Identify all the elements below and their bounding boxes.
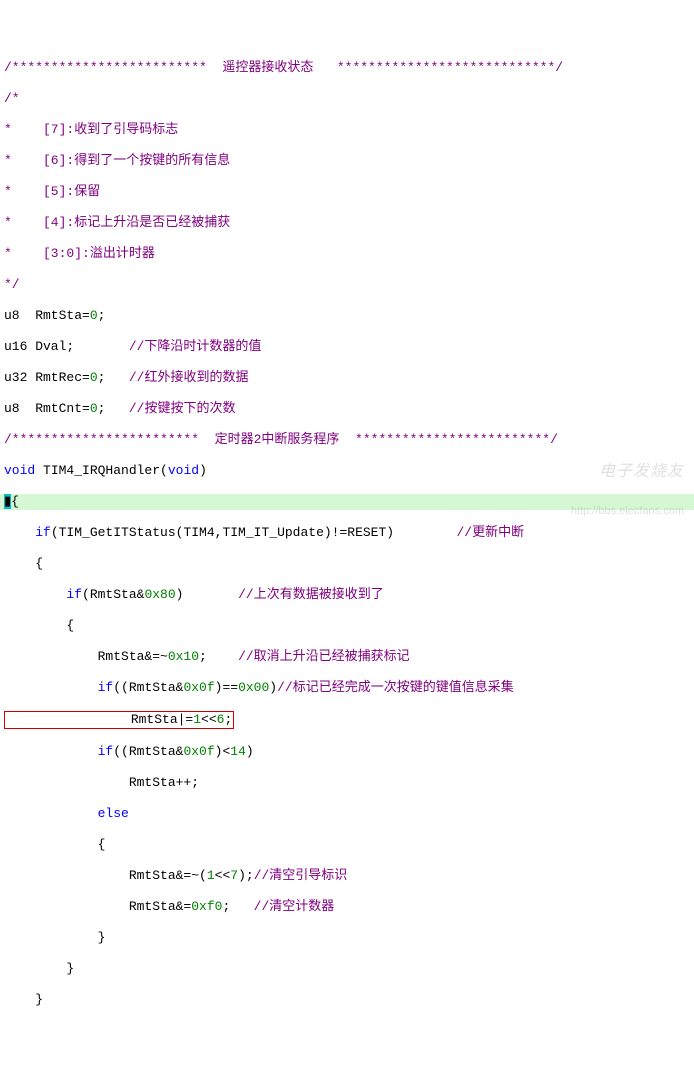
number-literal: 0xf0 <box>191 899 222 914</box>
code-line[interactable]: void TIM4_IRQHandler(void) <box>0 463 694 479</box>
code-text: )== <box>215 680 238 695</box>
code-line[interactable]: u8 RmtSta=0; <box>0 308 694 324</box>
keyword: void <box>168 463 199 478</box>
inline-comment: //清空计数器 <box>230 899 334 914</box>
number-literal: 0 <box>90 370 98 385</box>
code-text: ; <box>98 308 106 323</box>
code-line[interactable]: u16 Dval; //下降沿时计数器的值 <box>0 339 694 355</box>
number-literal: 0x80 <box>144 587 175 602</box>
code-text: ) <box>269 680 277 695</box>
code-text: RmtSta&=~ <box>4 649 168 664</box>
code-text <box>4 806 98 821</box>
code-text: ((RmtSta& <box>113 744 183 759</box>
comment-line: * [6]:得到了一个按键的所有信息 <box>0 153 694 169</box>
inline-comment: //清空引导标识 <box>254 868 348 883</box>
comment-line: */ <box>0 277 694 293</box>
comment-line: * [3:0]:溢出计时器 <box>0 246 694 262</box>
code-line[interactable]: u32 RmtRec=0; //红外接收到的数据 <box>0 370 694 386</box>
number-literal: 1 <box>207 868 215 883</box>
code-text: ) <box>199 463 207 478</box>
inline-comment: //下降沿时计数器的值 <box>74 339 261 354</box>
highlighted-line[interactable]: ▮{ <box>0 494 694 510</box>
number-literal: 6 <box>217 712 225 727</box>
code-line[interactable]: } <box>0 930 694 946</box>
code-text: TIM4_IRQHandler( <box>35 463 168 478</box>
code-line[interactable]: if((RmtSta&0x0f)==0x00)//标记已经完成一次按键的键值信息… <box>0 680 694 696</box>
code-text: RmtSta&=~( <box>4 868 207 883</box>
code-text: ((RmtSta& <box>113 680 183 695</box>
number-literal: 0x00 <box>238 680 269 695</box>
number-literal: 0 <box>90 308 98 323</box>
code-line[interactable]: if(RmtSta&0x80) //上次有数据被接收到了 <box>0 587 694 603</box>
code-text: ) <box>246 744 254 759</box>
number-literal: 1 <box>193 712 201 727</box>
code-text: RmtSta|= <box>6 712 193 727</box>
code-text <box>4 525 35 540</box>
number-literal: 0x0f <box>183 744 214 759</box>
code-text <box>4 587 66 602</box>
inline-comment: //按键按下的次数 <box>105 401 235 416</box>
number-literal: 0x0f <box>183 680 214 695</box>
highlighted-box: RmtSta|=1<<6; <box>4 711 234 729</box>
code-text: ) <box>176 587 184 602</box>
keyword: if <box>35 525 51 540</box>
code-text: u32 RmtRec= <box>4 370 90 385</box>
code-text: ; <box>222 899 230 914</box>
comment-line: /* <box>0 91 694 107</box>
code-text: u16 Dval; <box>4 339 74 354</box>
code-text: )< <box>215 744 231 759</box>
code-text: ; <box>199 649 207 664</box>
code-line[interactable]: { <box>0 837 694 853</box>
code-text: ; <box>224 712 232 727</box>
comment-header: /************************* 遥控器接收状态 *****… <box>0 60 694 76</box>
code-text: (RmtSta& <box>82 587 144 602</box>
code-text <box>4 744 98 759</box>
code-line[interactable]: RmtSta&=0xf0; //清空计数器 <box>0 899 694 915</box>
code-line[interactable]: else <box>0 806 694 822</box>
watermark: 电子发烧友 http://bbs.elecfans.com <box>571 433 684 529</box>
keyword: void <box>4 463 35 478</box>
code-line[interactable]: if((RmtSta&0x0f)<14) <box>0 744 694 760</box>
code-line[interactable]: } <box>0 961 694 977</box>
number-literal: 0 <box>90 401 98 416</box>
inline-comment: //更新中断 <box>457 525 525 540</box>
comment-line: * [5]:保留 <box>0 184 694 200</box>
code-line[interactable]: RmtSta++; <box>0 775 694 791</box>
code-text: (TIM_GetITStatus(TIM4,TIM_IT_Update)!=RE… <box>51 525 457 540</box>
code-line[interactable]: RmtSta|=1<<6; <box>0 711 694 729</box>
code-text: << <box>215 868 231 883</box>
inline-comment: //红外接收到的数据 <box>105 370 248 385</box>
code-text: u8 RmtCnt= <box>4 401 90 416</box>
keyword: if <box>98 744 114 759</box>
code-text: << <box>201 712 217 727</box>
code-line[interactable]: } <box>0 992 694 1008</box>
code-text: ); <box>238 868 254 883</box>
code-text: RmtSta&= <box>4 899 191 914</box>
inline-comment: //取消上升沿已经被捕获标记 <box>207 649 410 664</box>
code-text <box>4 680 98 695</box>
number-literal: 0x10 <box>168 649 199 664</box>
keyword: else <box>98 806 129 821</box>
number-literal: 7 <box>230 868 238 883</box>
number-literal: 14 <box>230 744 246 759</box>
code-line[interactable]: RmtSta&=~0x10; //取消上升沿已经被捕获标记 <box>0 649 694 665</box>
keyword: if <box>98 680 114 695</box>
keyword: if <box>66 587 82 602</box>
code-line[interactable]: u8 RmtCnt=0; //按键按下的次数 <box>0 401 694 417</box>
code-line[interactable]: RmtSta&=~(1<<7);//清空引导标识 <box>0 868 694 884</box>
comment-line: * [7]:收到了引导码标志 <box>0 122 694 138</box>
code-text: { <box>11 494 19 509</box>
code-line[interactable]: { <box>0 556 694 572</box>
comment-header: /************************ 定时器2中断服务程序 ***… <box>0 432 694 448</box>
inline-comment: //上次有数据被接收到了 <box>183 587 383 602</box>
inline-comment: //标记已经完成一次按键的键值信息采集 <box>277 680 514 695</box>
code-line[interactable]: { <box>0 618 694 634</box>
code-text: u8 RmtSta= <box>4 308 90 323</box>
comment-line: * [4]:标记上升沿是否已经被捕获 <box>0 215 694 231</box>
